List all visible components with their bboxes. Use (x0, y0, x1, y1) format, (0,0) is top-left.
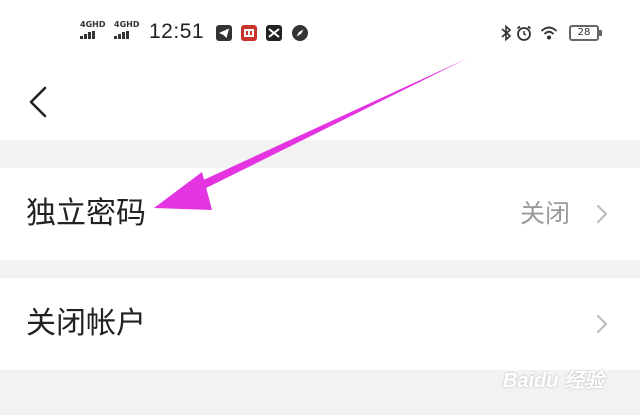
settings-row-independent-password[interactable]: 独立密码 关闭 (0, 168, 640, 260)
row-label: 关闭帐户 (26, 306, 146, 341)
bluetooth-icon (501, 24, 512, 42)
battery-level: 28 (577, 27, 591, 38)
row-label: 独立密码 (26, 196, 146, 231)
watermark: Baidu 经验 (502, 370, 604, 392)
chevron-right-icon (596, 314, 608, 334)
alarm-icon (516, 25, 532, 41)
chevron-left-icon[interactable] (22, 84, 58, 120)
network-type-1: 4GHD (80, 20, 106, 29)
chevron-right-icon (596, 204, 608, 224)
section-divider (0, 140, 640, 168)
wifi-icon (540, 26, 558, 40)
network-type-2: 4GHD (114, 20, 140, 29)
clock: 12:51 (149, 20, 205, 43)
battery-icon: 28 (569, 25, 602, 41)
signal-bars-icon (114, 31, 139, 39)
row-value: 关闭 (519, 199, 570, 228)
signal-indicator-2: 4GHD (114, 21, 139, 39)
telegram-icon (216, 25, 232, 41)
signal-bars-icon (80, 31, 105, 39)
status-bar: 4GHD 4GHD 12:51 28 (0, 0, 640, 68)
signal-indicator-1: 4GHD (80, 21, 105, 39)
capcut-icon (266, 25, 282, 41)
app-badge-icon (241, 25, 257, 41)
section-divider (0, 260, 640, 278)
settings-row-close-account[interactable]: 关闭帐户 (0, 278, 640, 370)
compass-icon (292, 25, 308, 41)
header (0, 68, 640, 140)
